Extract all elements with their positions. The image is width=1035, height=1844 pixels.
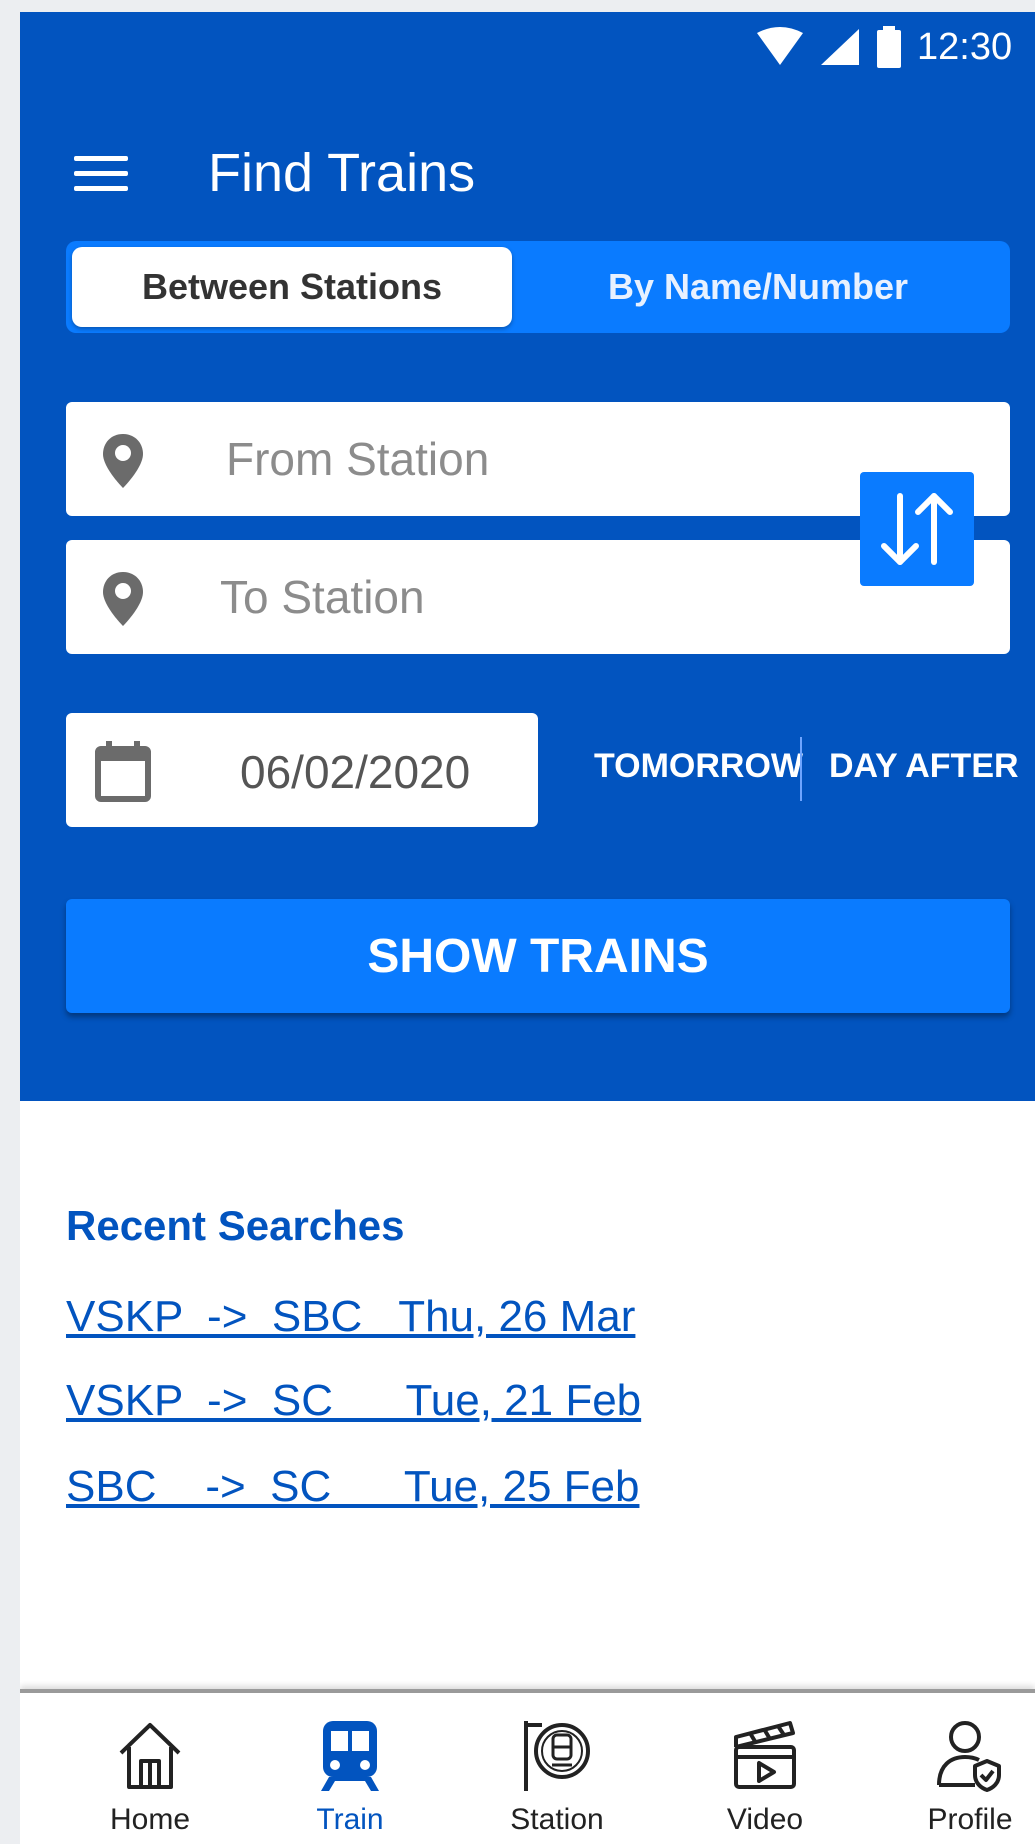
- nav-label-train: Train: [316, 1803, 384, 1836]
- nav-label-home: Home: [109, 1803, 191, 1836]
- journey-date-field[interactable]: 06/02/2020: [66, 713, 538, 827]
- tab-by-name-number[interactable]: By Name/Number: [512, 247, 1004, 327]
- from-station-input[interactable]: [226, 422, 886, 496]
- day-after-button[interactable]: DAY AFTER: [829, 747, 1019, 786]
- recent-search-item[interactable]: VSKP -> SC Tue, 21 Feb: [66, 1376, 641, 1426]
- nav-item-video[interactable]: Video: [695, 1707, 835, 1843]
- nav-label-station: Station: [510, 1803, 604, 1836]
- location-pin-icon: [103, 572, 143, 626]
- station-icon: [524, 1721, 590, 1791]
- to-station-input[interactable]: [220, 560, 880, 634]
- page-title: Find Trains: [208, 143, 476, 203]
- location-pin-icon: [103, 434, 143, 488]
- nav-item-home[interactable]: Home: [80, 1707, 220, 1843]
- status-time: 12:30: [917, 25, 1013, 68]
- train-icon: [321, 1721, 379, 1791]
- nav-label-profile: Profile: [927, 1803, 1013, 1836]
- recent-searches-heading: Recent Searches: [66, 1202, 405, 1249]
- swap-arrows-icon: [881, 493, 953, 565]
- home-icon: [119, 1723, 181, 1789]
- recent-search-item[interactable]: VSKP -> SBC Thu, 26 Mar: [66, 1292, 635, 1342]
- journey-date-value: 06/02/2020: [240, 746, 471, 798]
- recent-search-item[interactable]: SBC -> SC Tue, 25 Feb: [66, 1462, 639, 1512]
- quick-date-divider: [800, 737, 802, 801]
- show-trains-button[interactable]: SHOW TRAINS: [66, 899, 1010, 1013]
- nav-item-profile[interactable]: Profile: [900, 1707, 1035, 1843]
- tomorrow-button[interactable]: TOMORROW: [594, 747, 803, 786]
- app-screen: 12:30 Find Trains Between Stations By Na…: [20, 12, 1035, 1844]
- menu-icon[interactable]: [74, 156, 128, 192]
- battery-icon: [877, 26, 901, 68]
- bottom-navigation: Home Train Station Video Profile: [20, 1689, 1035, 1844]
- nav-item-station[interactable]: Station: [487, 1707, 627, 1843]
- swap-stations-button[interactable]: [860, 472, 974, 586]
- calendar-icon: [95, 741, 151, 802]
- status-icons: 12:30: [755, 22, 1035, 72]
- app-bar: Find Trains: [20, 122, 1035, 222]
- video-icon: [734, 1721, 796, 1789]
- search-header: 12:30 Find Trains Between Stations By Na…: [20, 12, 1035, 1101]
- search-mode-tabs: Between Stations By Name/Number: [66, 241, 1010, 333]
- status-bar: 12:30: [20, 12, 1035, 82]
- nav-label-video: Video: [726, 1803, 804, 1836]
- cell-signal-icon: [821, 29, 859, 65]
- wifi-icon: [757, 27, 803, 65]
- tab-between-stations[interactable]: Between Stations: [72, 247, 512, 327]
- nav-item-train[interactable]: Train: [280, 1707, 420, 1843]
- profile-icon: [937, 1721, 1001, 1792]
